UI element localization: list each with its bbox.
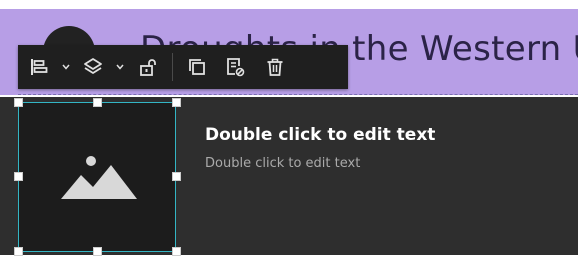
card-title[interactable]: Double click to edit text	[205, 125, 435, 145]
edit-button[interactable]	[215, 45, 255, 89]
section-divider	[18, 94, 578, 95]
resize-handle-bottom-left[interactable]	[14, 247, 23, 256]
resize-handle-bottom-center[interactable]	[93, 247, 102, 256]
duplicate-button[interactable]	[179, 45, 215, 89]
image-placeholder-icon	[61, 156, 137, 199]
resize-handle-top-center[interactable]	[93, 98, 102, 107]
trash-icon	[267, 58, 283, 76]
unlock-icon	[140, 59, 156, 76]
duplicate-icon	[189, 59, 205, 75]
layer-dropdown[interactable]	[110, 45, 130, 89]
edit-note-icon	[227, 58, 245, 77]
resize-handle-top-right[interactable]	[172, 98, 181, 107]
lock-button[interactable]	[130, 45, 166, 89]
chevron-down-icon	[116, 64, 124, 70]
chevron-down-icon	[62, 64, 70, 70]
align-left-icon	[31, 59, 48, 75]
card-subtitle[interactable]: Double click to edit text	[205, 156, 360, 171]
align-dropdown[interactable]	[56, 45, 76, 89]
resize-handle-middle-left[interactable]	[14, 172, 23, 181]
delete-button[interactable]	[255, 45, 295, 89]
layer-button[interactable]	[76, 45, 110, 89]
resize-handle-bottom-right[interactable]	[172, 247, 181, 256]
image-placeholder[interactable]	[18, 102, 176, 252]
layers-icon	[84, 58, 102, 74]
element-toolbar	[18, 45, 348, 89]
resize-handle-middle-right[interactable]	[172, 172, 181, 181]
resize-handle-top-left[interactable]	[14, 98, 23, 107]
toolbar-separator	[172, 53, 173, 81]
align-button[interactable]	[22, 45, 56, 89]
canvas: Droughts in the Western USA Double click…	[0, 0, 578, 257]
